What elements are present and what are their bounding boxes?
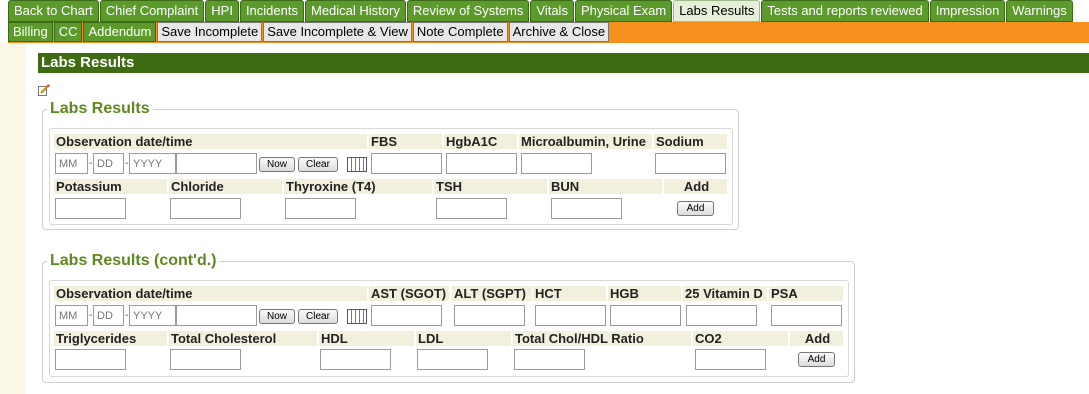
alt-input[interactable] (454, 305, 525, 326)
add-button[interactable]: Add (798, 352, 835, 367)
tab-chief-complaint[interactable]: Chief Complaint (99, 0, 205, 22)
calendar-icon[interactable] (347, 157, 367, 172)
time-input[interactable] (176, 305, 257, 326)
tab-physical-exam[interactable]: Physical Exam (574, 0, 673, 22)
hgba1c-label: HgbA1C (444, 134, 517, 149)
left-margin (0, 43, 26, 394)
total-cholesterol-label: Total Cholesterol (169, 331, 317, 346)
save-incomplete-button[interactable]: Save Incomplete (157, 22, 263, 42)
section-legend: Labs Results (47, 100, 153, 118)
tab-impression[interactable]: Impression (929, 0, 1006, 22)
chol-hdl-ratio-label: Total Chol/HDL Ratio (513, 331, 691, 346)
tab-billing[interactable]: Billing (8, 22, 53, 42)
page-title: Labs Results (38, 53, 1089, 73)
tab-hpi[interactable]: HPI (205, 0, 239, 22)
now-button[interactable]: Now (259, 309, 295, 324)
vitamin-d-label: 25 Vitamin D (683, 286, 767, 301)
sodium-label: Sodium (654, 134, 727, 149)
microalbumin-input[interactable] (521, 153, 592, 174)
hgb-label: HGB (608, 286, 681, 301)
total-cholesterol-input[interactable] (170, 349, 241, 370)
fbs-input[interactable] (371, 153, 442, 174)
triglycerides-label: Triglycerides (54, 331, 167, 346)
tab-medical-history[interactable]: Medical History (304, 0, 406, 22)
ldl-label: LDL (416, 331, 511, 346)
thyroxine-input[interactable] (285, 198, 356, 219)
date-separator: - (125, 158, 129, 169)
psa-input[interactable] (771, 305, 842, 326)
date-separator: - (89, 310, 93, 321)
chloride-input[interactable] (170, 198, 241, 219)
tab-back-to-chart[interactable]: Back to Chart (8, 0, 99, 22)
date-separator: - (125, 310, 129, 321)
tsh-input[interactable] (436, 198, 507, 219)
vitamin-d-input[interactable] (686, 305, 757, 326)
hgba1c-input[interactable] (446, 153, 517, 174)
main-tab-bar: Back to Chart Chief Complaint HPI Incidents… (8, 0, 1089, 22)
fbs-label: FBS (369, 134, 442, 149)
ldl-input[interactable] (417, 349, 488, 370)
now-button[interactable]: Now (259, 157, 295, 172)
bun-label: BUN (549, 179, 662, 194)
sub-tab-bar: Billing CC Addendum Save Incomplete Save Inc… (8, 22, 1089, 43)
add-button[interactable]: Add (677, 201, 714, 216)
ast-label: AST (SGOT) (369, 286, 449, 301)
sodium-input[interactable] (655, 153, 726, 174)
chol-hdl-ratio-input[interactable] (514, 349, 585, 370)
hct-label: HCT (533, 286, 606, 301)
tab-vitals[interactable]: Vitals (530, 0, 574, 22)
add-column-label: Add (790, 331, 843, 346)
tab-tests-and-reports[interactable]: Tests and reports reviewed (761, 0, 929, 22)
ast-input[interactable] (371, 305, 442, 326)
potassium-label: Potassium (54, 179, 167, 194)
time-input[interactable] (176, 153, 257, 174)
tab-review-of-systems[interactable]: Review of Systems (406, 0, 530, 22)
year-input[interactable] (129, 153, 176, 174)
archive-close-button[interactable]: Archive & Close (508, 22, 610, 42)
clear-button[interactable]: Clear (298, 157, 338, 172)
alt-label: ALT (SGPT) (452, 286, 532, 301)
observation-date-label: Observation date/time (54, 134, 367, 149)
chloride-label: Chloride (169, 179, 282, 194)
hgb-input[interactable] (610, 305, 681, 326)
hct-input[interactable] (535, 305, 606, 326)
year-input[interactable] (129, 305, 176, 326)
day-input[interactable] (93, 305, 124, 326)
add-column-label: Add (664, 179, 727, 194)
clear-button[interactable]: Clear (298, 309, 338, 324)
month-input[interactable] (55, 305, 88, 326)
day-input[interactable] (93, 153, 124, 174)
triglycerides-input[interactable] (55, 349, 126, 370)
date-separator: - (89, 158, 93, 169)
hdl-label: HDL (319, 331, 414, 346)
thyroxine-label: Thyroxine (T4) (284, 179, 432, 194)
note-complete-button[interactable]: Note Complete (412, 22, 508, 42)
save-incomplete-view-button[interactable]: Save Incomplete & View (263, 22, 412, 42)
tab-warnings[interactable]: Warnings (1006, 0, 1073, 22)
tab-incidents[interactable]: Incidents (239, 0, 304, 22)
calendar-icon[interactable] (347, 309, 367, 324)
tsh-label: TSH (434, 179, 547, 194)
month-input[interactable] (55, 153, 88, 174)
tab-addendum[interactable]: Addendum (83, 22, 157, 42)
tab-cc[interactable]: CC (53, 22, 83, 42)
co2-input[interactable] (695, 349, 766, 370)
bun-input[interactable] (551, 198, 622, 219)
tab-labs-results[interactable]: Labs Results (673, 0, 761, 22)
observation-date-label: Observation date/time (54, 286, 367, 301)
hdl-input[interactable] (320, 349, 391, 370)
psa-label: PSA (769, 286, 843, 301)
microalbumin-label: Microalbumin, Urine (519, 134, 652, 149)
co2-label: CO2 (693, 331, 788, 346)
section-legend: Labs Results (cont'd.) (47, 252, 220, 270)
edit-icon[interactable] (38, 84, 50, 96)
potassium-input[interactable] (55, 198, 126, 219)
